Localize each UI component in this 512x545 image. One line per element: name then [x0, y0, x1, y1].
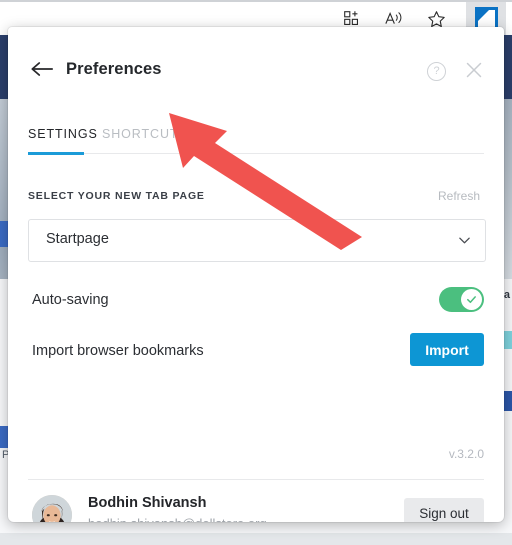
help-icon[interactable]: ?: [427, 62, 446, 81]
auto-saving-toggle[interactable]: [439, 287, 484, 312]
toggle-knob: [461, 289, 482, 310]
page-title: Preferences: [66, 60, 162, 78]
version-label: v.3.2.0: [448, 447, 484, 461]
dialog-header: Preferences ?: [8, 27, 504, 88]
tab-divider: [28, 153, 484, 154]
import-bookmarks-row: Import browser bookmarks Import: [28, 333, 484, 373]
background-bottom-strip: [0, 533, 512, 545]
import-bookmarks-label: Import browser bookmarks: [32, 343, 204, 359]
account-divider: [28, 479, 484, 480]
account-email: bodhin.shivansh@dollstore.org: [88, 516, 267, 522]
new-tab-page-selected-value: Startpage: [46, 231, 109, 247]
tab-settings[interactable]: SETTINGS: [28, 127, 98, 141]
chevron-down-icon: [458, 234, 471, 247]
account-section: Bodhin Shivansh bodhin.shivansh@dollstor…: [28, 493, 484, 522]
sign-out-button[interactable]: Sign out: [404, 498, 484, 522]
tab-bar: SETTINGS SHORTCUTS: [8, 127, 504, 163]
avatar: [32, 495, 72, 522]
account-name: Bodhin Shivansh: [88, 495, 207, 511]
new-tab-page-label: SELECT YOUR NEW TAB PAGE: [28, 190, 205, 202]
tab-active-indicator: [28, 152, 84, 155]
import-button[interactable]: Import: [410, 333, 484, 366]
auto-saving-label: Auto-saving: [32, 292, 109, 308]
auto-saving-row: Auto-saving: [28, 285, 484, 321]
refresh-link[interactable]: Refresh: [438, 189, 480, 203]
screenshot-root: P Ha: [0, 0, 512, 545]
close-icon[interactable]: [464, 60, 484, 80]
tab-shortcuts[interactable]: SHORTCUTS: [102, 127, 188, 141]
new-tab-page-select[interactable]: Startpage: [28, 219, 486, 262]
back-arrow-icon[interactable]: [30, 61, 54, 77]
preferences-dialog: Preferences ? SETTINGS SHORTCUTS SELECT …: [8, 27, 504, 522]
